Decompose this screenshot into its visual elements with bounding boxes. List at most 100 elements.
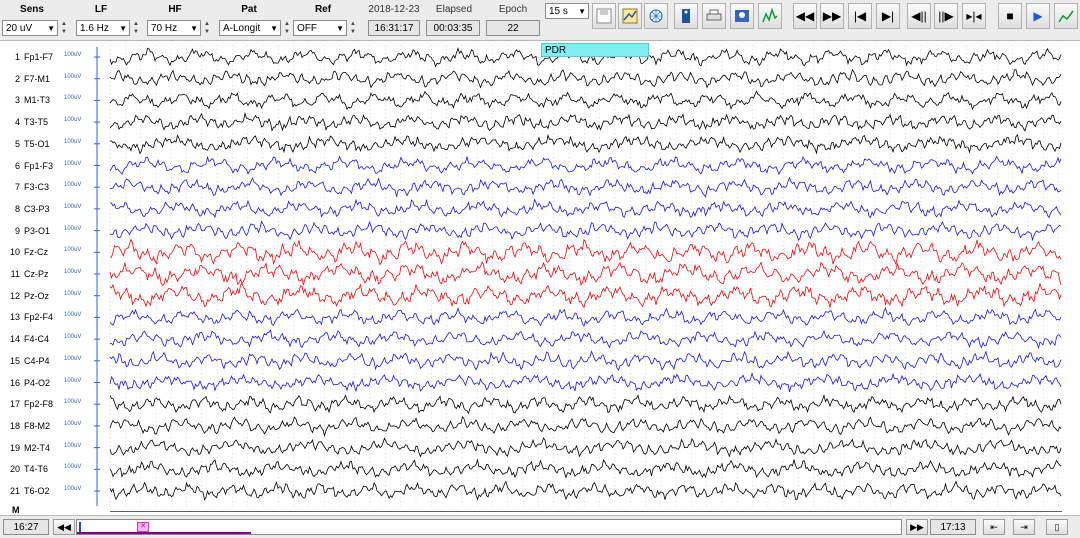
lf-spinner[interactable]: ▲ ▼ bbox=[132, 20, 140, 36]
timeline-marker[interactable]: ✕ bbox=[137, 522, 149, 532]
step-forward-icon: ||▶ bbox=[938, 9, 954, 23]
chart-icon bbox=[1058, 10, 1074, 23]
pat-label: Pat bbox=[241, 4, 257, 15]
fast-rewind-button[interactable]: ◀◀ bbox=[793, 3, 817, 29]
pdr-annotation[interactable]: PDR bbox=[541, 43, 649, 57]
time-display: 16:31:17 bbox=[368, 20, 420, 36]
collapse-button[interactable]: ▸|◂ bbox=[962, 3, 986, 29]
play-button[interactable]: ▶ bbox=[1026, 3, 1050, 29]
eeg-trace[interactable] bbox=[109, 220, 1062, 242]
double-chevron-left-icon: ◀◀ bbox=[57, 522, 71, 532]
chevron-down-icon: ▼ bbox=[47, 24, 55, 33]
step-forward-button[interactable]: ||▶ bbox=[934, 3, 958, 29]
toolbar: Sens 20 uV ▼ ▲ ▼ LF 1.6 Hz ▼ ▲ ▼ HF 70 Hz ▼ ▲… bbox=[0, 0, 1080, 41]
ref-label: Ref bbox=[314, 4, 332, 15]
ref-spinner[interactable]: ▲ ▼ bbox=[349, 20, 357, 36]
lf-select[interactable]: 1.6 Hz ▼ bbox=[76, 20, 130, 36]
chevron-down-icon: ▼ bbox=[578, 7, 586, 16]
play-icon: ▶ bbox=[1033, 9, 1043, 23]
page-duration-value: 15 s bbox=[549, 6, 568, 17]
hf-spinner[interactable]: ▲ ▼ bbox=[203, 20, 211, 36]
sens-select[interactable]: 20 uV ▼ bbox=[2, 20, 58, 36]
skip-start-button[interactable]: |◀ bbox=[848, 3, 872, 29]
scroll-left-button[interactable]: ◀◀ bbox=[53, 519, 75, 535]
hf-select[interactable]: 70 Hz ▼ bbox=[147, 20, 201, 36]
page-duration-select[interactable]: 15 s ▼ bbox=[545, 3, 589, 19]
eeg-trace[interactable] bbox=[109, 437, 1062, 458]
patient-info-button[interactable] bbox=[674, 3, 698, 29]
align-right-button[interactable]: ⇥ bbox=[1013, 519, 1035, 535]
timeline-scrollbar[interactable]: ✕ bbox=[76, 519, 902, 535]
eeg-trace[interactable] bbox=[109, 393, 1062, 415]
print-icon bbox=[706, 9, 722, 21]
step-back-button[interactable]: ◀|| bbox=[907, 3, 931, 29]
montage-button[interactable] bbox=[618, 3, 642, 29]
eeg-trace[interactable] bbox=[109, 155, 1062, 176]
panel-toggle-button[interactable]: ▯ bbox=[1046, 519, 1068, 535]
skip-start-icon: |◀ bbox=[853, 9, 867, 23]
panel-icon: ▯ bbox=[1054, 522, 1060, 532]
align-left-button[interactable]: ⇤ bbox=[983, 519, 1005, 535]
date-label: 2018-12-23 bbox=[368, 4, 420, 15]
eeg-trace[interactable] bbox=[109, 111, 1062, 132]
chart-button[interactable] bbox=[1054, 3, 1078, 29]
eeg-trace[interactable] bbox=[109, 480, 1062, 501]
align-right-icon: ⇥ bbox=[1020, 522, 1028, 532]
stop-button[interactable]: ■ bbox=[998, 3, 1022, 29]
ref-value: OFF bbox=[297, 23, 317, 34]
ref-select[interactable]: OFF ▼ bbox=[293, 20, 347, 36]
chevron-down-icon: ▼ bbox=[270, 24, 278, 33]
eeg-waveform-area[interactable]: 1 Fp1-F7 100uV 2 F7-M1 100uV 3 M1-T3 100uV 4 T3-T5… bbox=[0, 41, 1080, 516]
sens-spinner[interactable]: ▲ ▼ bbox=[60, 20, 68, 36]
chevron-down-icon: ▼ bbox=[119, 24, 127, 33]
skip-end-button[interactable]: ▶| bbox=[876, 3, 900, 29]
chevron-down-icon: ▼ bbox=[336, 24, 344, 33]
eeg-trace[interactable] bbox=[109, 238, 1062, 266]
eeg-trace[interactable] bbox=[110, 198, 1062, 219]
eeg-traces[interactable] bbox=[0, 41, 1080, 515]
collapse-icon: ▸|◂ bbox=[966, 9, 982, 23]
globe-grid-button[interactable] bbox=[644, 3, 668, 29]
montage-icon bbox=[622, 8, 638, 24]
eeg-trace[interactable] bbox=[109, 458, 1062, 479]
fast-forward-button[interactable]: ▶▶ bbox=[820, 3, 844, 29]
eeg-trace[interactable] bbox=[109, 350, 1062, 371]
timeline-cursor[interactable] bbox=[79, 522, 81, 532]
eeg-trace[interactable] bbox=[109, 90, 1062, 111]
patient-info-icon bbox=[682, 9, 690, 23]
save-button[interactable] bbox=[592, 3, 616, 29]
eeg-trace[interactable] bbox=[109, 329, 1062, 350]
eeg-trace[interactable] bbox=[109, 282, 1062, 309]
lf-value: 1.6 Hz bbox=[80, 23, 109, 34]
pat-select[interactable]: A-Longit ▼ bbox=[219, 20, 281, 36]
hf-label: HF bbox=[168, 4, 182, 15]
photo-button[interactable] bbox=[730, 3, 754, 29]
lf-label: LF bbox=[94, 4, 108, 15]
eeg-trace[interactable] bbox=[109, 371, 1062, 393]
photo-icon bbox=[735, 10, 749, 22]
spectrum-button[interactable] bbox=[758, 3, 782, 29]
print-button[interactable] bbox=[702, 3, 726, 29]
eeg-trace[interactable] bbox=[109, 261, 1062, 287]
bottom-bar: 16:27 ◀◀ ✕ ▶▶ 17:13 ⇤ ⇥ ▯ bbox=[0, 516, 1080, 538]
eeg-trace[interactable] bbox=[109, 415, 1062, 438]
start-time-display: 16:27 bbox=[3, 519, 49, 535]
spectrum-icon bbox=[762, 8, 778, 23]
skip-end-icon: ▶| bbox=[881, 9, 895, 23]
pat-value: A-Longit bbox=[223, 23, 261, 34]
epoch-label: Epoch bbox=[498, 4, 528, 15]
stop-icon: ■ bbox=[1006, 9, 1014, 23]
pat-spinner[interactable]: ▲ ▼ bbox=[283, 20, 291, 36]
eeg-trace[interactable] bbox=[109, 133, 1062, 155]
eeg-trace[interactable] bbox=[109, 68, 1062, 89]
fast-forward-icon: ▶▶ bbox=[822, 9, 842, 23]
double-chevron-right-icon: ▶▶ bbox=[910, 522, 924, 532]
sens-label: Sens bbox=[20, 4, 44, 15]
chevron-down-icon: ▼ bbox=[190, 24, 198, 33]
epoch-display: 22 bbox=[486, 20, 540, 36]
step-back-icon: ◀|| bbox=[911, 9, 927, 23]
eeg-trace[interactable] bbox=[109, 176, 1062, 198]
fast-rewind-icon: ◀◀ bbox=[795, 9, 815, 23]
eeg-trace[interactable] bbox=[109, 306, 1062, 327]
scroll-right-button[interactable]: ▶▶ bbox=[906, 519, 928, 535]
